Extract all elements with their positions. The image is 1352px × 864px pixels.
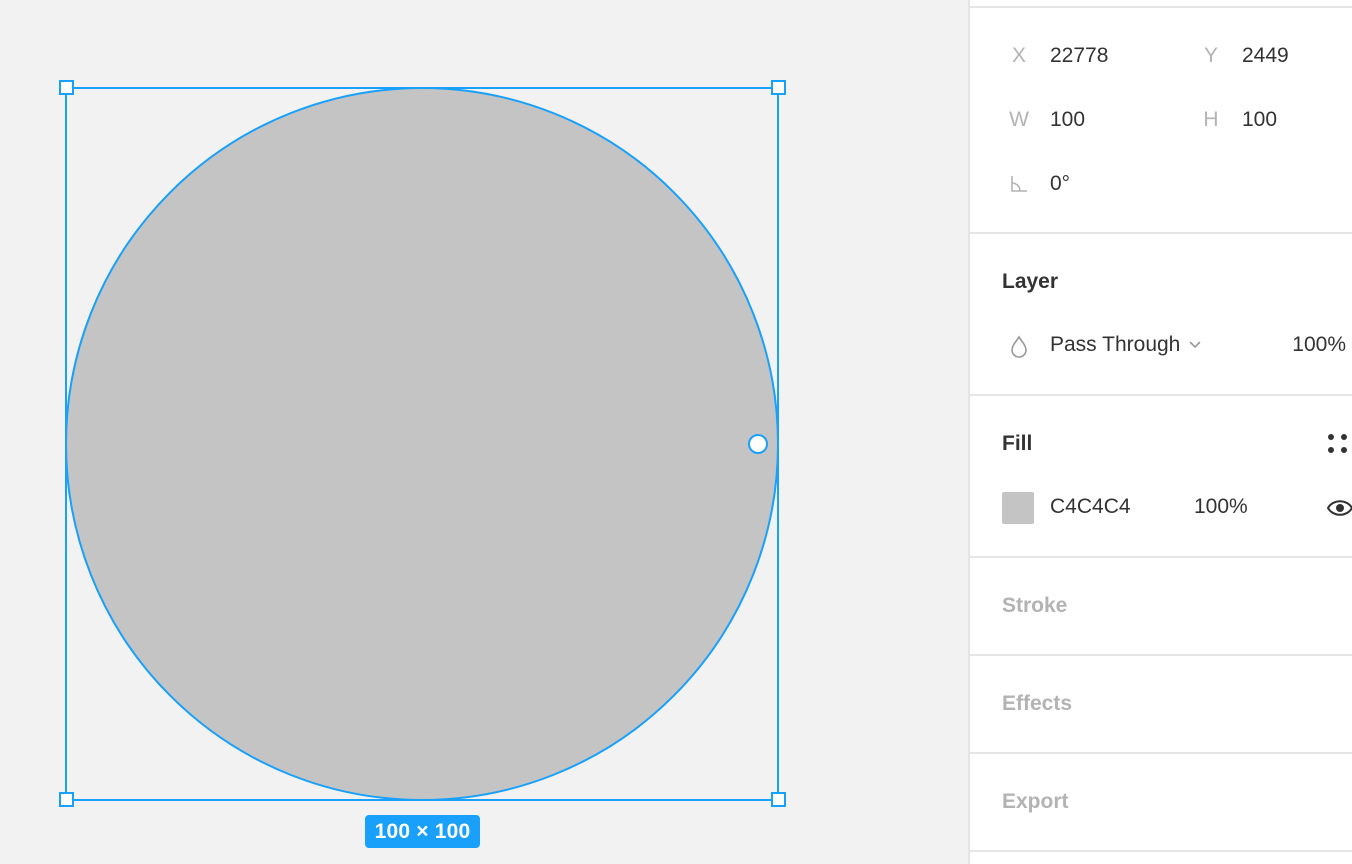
divider	[970, 654, 1352, 656]
fill-color-swatch[interactable]	[1002, 492, 1034, 524]
divider	[970, 232, 1352, 234]
y-label: Y	[1203, 44, 1218, 67]
layer-opacity-input[interactable]: 100%	[1292, 333, 1346, 357]
resize-handle-top-right[interactable]	[771, 80, 786, 95]
divider	[970, 6, 1352, 8]
stroke-section-title[interactable]: Stroke	[1002, 594, 1067, 618]
y-input[interactable]: 2449	[1242, 44, 1289, 68]
fill-section-title: Fill	[1002, 432, 1033, 455]
style-grid-icon[interactable]	[1326, 432, 1352, 458]
fill-hex-input[interactable]: C4C4C4	[1050, 495, 1131, 519]
ellipse-shape[interactable]	[65, 87, 779, 801]
rotation-icon	[1011, 176, 1027, 192]
x-input[interactable]: 22778	[1050, 44, 1108, 68]
x-label: X	[1011, 44, 1026, 67]
canvas-layer	[59, 80, 786, 807]
blend-mode-label: Pass Through	[1050, 333, 1181, 356]
blend-mode-select[interactable]: Pass Through	[1050, 333, 1202, 357]
w-input[interactable]: 100	[1050, 108, 1085, 132]
resize-handle-bottom-right[interactable]	[771, 792, 786, 807]
divider	[970, 850, 1352, 852]
export-section-title[interactable]: Export	[1002, 790, 1069, 814]
figma-editor: 100 × 100 X 22778 Y 2449 W 100 H 100 0° …	[0, 0, 1352, 864]
fill-opacity-input[interactable]: 100%	[1194, 495, 1248, 519]
divider	[970, 394, 1352, 396]
divider	[970, 556, 1352, 558]
properties-panel: X 22778 Y 2449 W 100 H 100 0° Layer Pass…	[968, 0, 1352, 864]
h-label: H	[1203, 108, 1219, 131]
effects-section-title[interactable]: Effects	[1002, 692, 1072, 716]
w-label: W	[1009, 108, 1029, 131]
rotation-input[interactable]: 0°	[1050, 172, 1070, 196]
canvas[interactable]: 100 × 100	[0, 0, 968, 864]
resize-handle-top-left[interactable]	[59, 80, 74, 95]
arc-handle[interactable]	[748, 434, 768, 454]
h-input[interactable]: 100	[1242, 108, 1277, 132]
divider	[970, 752, 1352, 754]
layer-section-title: Layer	[1002, 270, 1059, 293]
blend-mode-icon	[1011, 335, 1027, 358]
size-badge: 100 × 100	[365, 815, 480, 848]
chevron-down-icon	[1189, 341, 1201, 349]
eye-icon[interactable]	[1326, 496, 1352, 520]
resize-handle-bottom-left[interactable]	[59, 792, 74, 807]
